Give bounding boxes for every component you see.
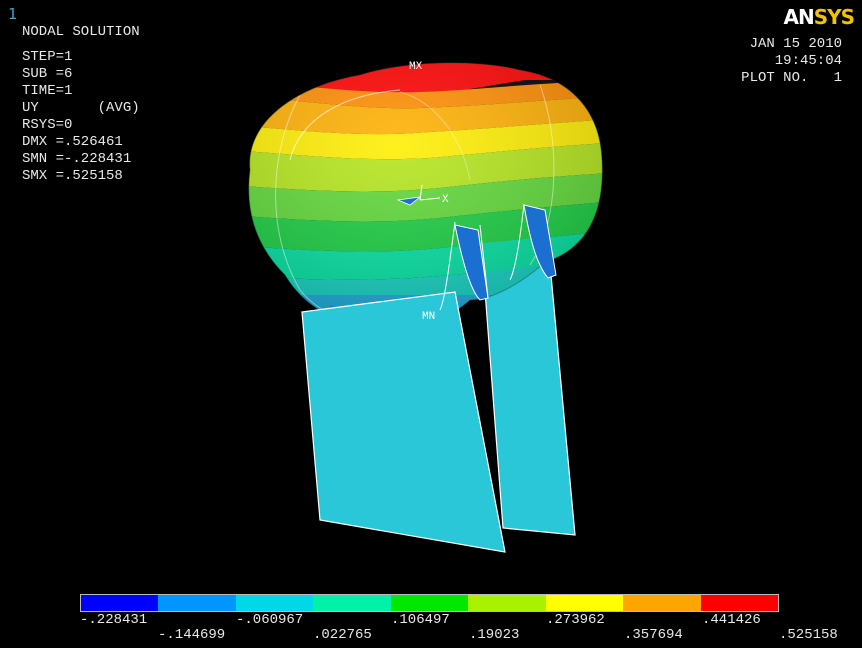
legend-value-top-4: .273962 [546,612,605,628]
graphics-viewport[interactable]: X MX MN 1 ANSYS NODAL SOLUTION STEP=1 SU… [0,0,862,648]
info-time: TIME=1 [22,83,73,99]
min-marker: MN [422,311,435,323]
legend-color-3 [235,595,314,611]
plot-date: JAN 15 2010 [749,36,842,52]
plate-left [301,291,506,553]
legend-value-top-5: .441426 [702,612,761,628]
legend-value-top-3: .106497 [391,612,450,628]
legend-value-top-2: -.060967 [236,612,304,628]
solution-title: NODAL SOLUTION [22,24,140,40]
info-dmx: DMX =.526461 [22,134,123,150]
plot-time: 19:45:04 [774,53,842,69]
axis-x-label: X [442,194,449,206]
info-step: STEP=1 [22,49,73,65]
info-smn: SMN =-.228431 [22,151,132,167]
ansys-logo: ANSYS [783,5,855,29]
legend-value-bottom-5: .525158 [779,627,838,643]
info-uy: UY (AVG) [22,100,140,116]
legend-color-2 [158,595,236,611]
contour-legend-bar [80,594,779,612]
legend-value-bottom-4: .357694 [624,627,683,643]
legend-value-top-1: -.228431 [80,612,148,628]
info-rsys: RSYS=0 [22,117,73,133]
legend-value-bottom-3: .19023 [469,627,520,643]
solution-info: NODAL SOLUTION STEP=1 SUB =6 TIME=1 UY (… [22,24,140,185]
logo-sys: SYS [813,5,855,29]
info-smx: SMX =.525158 [22,168,123,184]
max-marker: MX [409,61,423,73]
legend-color-4 [313,595,391,611]
legend-color-1 [81,595,159,611]
legend-color-6 [468,595,546,611]
legend-value-bottom-1: -.144699 [158,627,226,643]
plot-number: PLOT NO. 1 [741,70,842,86]
info-sub: SUB =6 [22,66,73,82]
window-number: 1 [8,5,18,23]
legend-value-bottom-2: .022765 [313,627,372,643]
legend-color-8 [623,595,701,611]
legend-color-9 [700,595,778,611]
plot-info: JAN 15 2010 19:45:04 PLOT NO. 1 [741,36,842,87]
legend-color-7 [545,595,624,611]
legend-color-5 [390,595,469,611]
logo-an: AN [783,5,814,29]
